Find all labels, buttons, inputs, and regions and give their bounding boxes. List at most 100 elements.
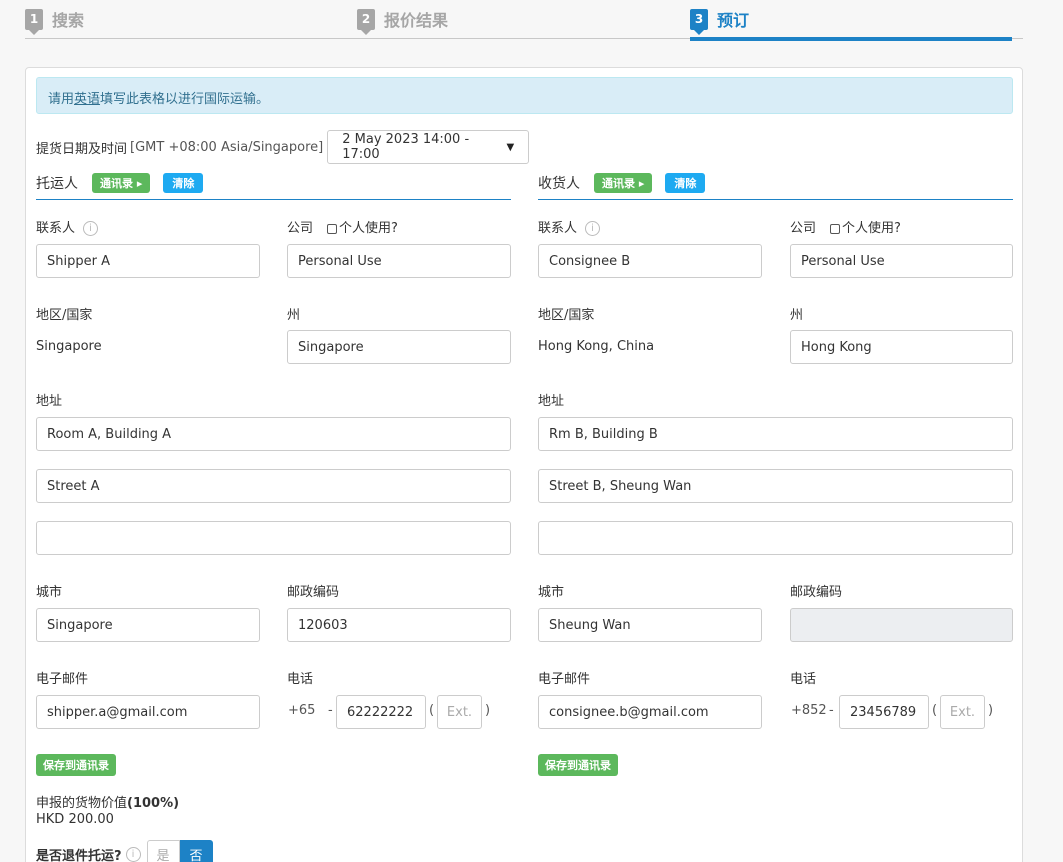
shipper-address-label: 地址 <box>36 394 63 409</box>
declared-value-title: 申报的货物价值(100%) <box>36 792 179 811</box>
shipper-phone-input[interactable]: 62222222 <box>336 695 426 729</box>
consignee-save-contact-button[interactable]: 保存到通讯录 <box>538 754 618 776</box>
consignee-company-label: 公司 个人使用? <box>790 217 901 236</box>
shipper-company-input[interactable]: Personal Use <box>287 244 511 278</box>
pickup-datetime-select[interactable]: 2 May 2023 14:00 - 17:00 ▼ <box>327 130 530 164</box>
shipper-region-label: 地区/国家 <box>36 308 93 323</box>
consignee-phone-input[interactable]: 23456789 <box>839 695 929 729</box>
notice-prefix: 请用 <box>48 92 75 107</box>
shipper-contact-input[interactable]: Shipper A <box>36 244 260 278</box>
consignee-email-input[interactable]: consignee.b@gmail.com <box>538 695 762 729</box>
step-label: 搜索 <box>52 11 85 30</box>
pickup-selected-value: 2 May 2023 14:00 - 17:00 <box>342 132 470 162</box>
consignee-company-input[interactable]: Personal Use <box>790 244 1013 278</box>
phone-dash: - <box>829 703 834 718</box>
personal-use-label: 个人使用? <box>842 221 901 236</box>
consignee-personal-use-checkbox[interactable] <box>830 223 841 234</box>
english-notice: 请用英语填写此表格以进行国际运输。 <box>36 77 1013 114</box>
info-icon[interactable]: i <box>83 221 99 236</box>
shipper-contact-label: 联系人 i <box>36 217 99 236</box>
shipper-email-label: 电子邮件 <box>36 672 89 687</box>
consignee-address-line3-input[interactable] <box>538 521 1013 555</box>
personal-use-label: 个人使用? <box>339 221 398 236</box>
declared-value-label: 申报的货物价值 <box>36 796 128 811</box>
info-icon[interactable]: i <box>585 221 601 236</box>
return-shipment-row: 是否退件托运? i 是 否 <box>36 840 213 862</box>
consignee-phone-label: 电话 <box>790 672 817 687</box>
shipper-phone-label: 电话 <box>287 672 314 687</box>
shipper-postal-label: 邮政编码 <box>287 585 340 600</box>
shipper-email-input[interactable]: shipper.a@gmail.com <box>36 695 260 729</box>
step-booking[interactable]: 3 预订 <box>690 7 750 35</box>
consignee-address-label: 地址 <box>538 394 565 409</box>
chevron-down-icon: ▼ <box>506 141 515 153</box>
shipper-save-contact-button[interactable]: 保存到通讯录 <box>36 754 116 776</box>
step-number: 1 <box>25 8 43 35</box>
step-quote-results[interactable]: 2 报价结果 <box>357 7 449 35</box>
consignee-contact-input[interactable]: Consignee B <box>538 244 762 278</box>
consignee-title: 收货人 <box>538 176 580 192</box>
consignee-region-value: Hong Kong, China <box>538 339 655 354</box>
declared-value-amount: HKD 200.00 <box>36 812 114 827</box>
consignee-address-line2-input[interactable]: Street B, Sheung Wan <box>538 469 1013 503</box>
shipper-state-input[interactable]: Singapore <box>287 330 511 364</box>
consignee-ext-input[interactable]: Ext. <box>940 695 985 729</box>
return-shipment-toggle[interactable]: 是 否 <box>146 840 213 862</box>
pickup-datetime-row: 提货日期及时间 [GMT +08:00 Asia/Singapore] 2 Ma… <box>36 130 530 164</box>
declared-value-percent: (100%) <box>127 796 180 811</box>
shipper-phone-code: +65 <box>288 703 316 718</box>
booking-form-card: 请用英语填写此表格以进行国际运输。 提货日期及时间 [GMT +08:00 As… <box>25 67 1023 862</box>
progress-steps: 1 搜索 2 报价结果 3 预订 <box>25 0 1023 42</box>
step-label: 预订 <box>717 11 750 30</box>
consignee-contact-label: 联系人 i <box>538 217 601 236</box>
notice-link[interactable]: 英语 <box>74 92 100 107</box>
consignee-postal-label: 邮政编码 <box>790 585 843 600</box>
return-shipment-label: 是否退件托运? <box>36 848 122 862</box>
consignee-state-input[interactable]: Hong Kong <box>790 330 1013 364</box>
consignee-postal-input <box>790 608 1013 642</box>
info-icon[interactable]: i <box>125 846 141 862</box>
consignee-contacts-button[interactable]: 通讯录 ▸ <box>594 173 653 193</box>
consignee-city-input[interactable]: Sheung Wan <box>538 608 762 642</box>
step-number: 2 <box>357 8 375 35</box>
ext-open-paren: ( <box>932 703 938 718</box>
consignee-section-header: 收货人 通讯录 ▸ 清除 <box>538 171 1013 200</box>
step-label: 报价结果 <box>384 11 449 30</box>
shipper-address-line3-input[interactable] <box>36 521 511 555</box>
ext-open-paren: ( <box>429 703 435 718</box>
consignee-city-label: 城市 <box>538 585 565 600</box>
consignee-address-line1-input[interactable]: Rm B, Building B <box>538 417 1013 451</box>
consignee-region-label: 地区/国家 <box>538 308 595 323</box>
shipper-title: 托运人 <box>36 176 78 192</box>
ext-close-paren: ) <box>988 703 994 718</box>
shipper-personal-use-checkbox[interactable] <box>327 223 338 234</box>
return-yes-option[interactable]: 是 <box>146 840 180 862</box>
shipper-address-line2-input[interactable]: Street A <box>36 469 511 503</box>
phone-dash: - <box>328 703 333 718</box>
shipper-ext-input[interactable]: Ext. <box>437 695 482 729</box>
shipper-section-header: 托运人 通讯录 ▸ 清除 <box>36 171 511 200</box>
shipper-contacts-button[interactable]: 通讯录 ▸ <box>92 173 151 193</box>
shipper-state-label: 州 <box>287 308 301 323</box>
shipper-company-label: 公司 个人使用? <box>287 217 398 236</box>
consignee-email-label: 电子邮件 <box>538 672 591 687</box>
ext-close-paren: ) <box>485 703 491 718</box>
contact-label-text: 联系人 <box>36 221 76 236</box>
active-step-indicator <box>690 37 1012 41</box>
consignee-phone-code: +852 <box>791 703 827 718</box>
shipper-city-input[interactable]: Singapore <box>36 608 260 642</box>
return-no-option[interactable]: 否 <box>179 840 213 862</box>
step-number: 3 <box>690 8 708 35</box>
shipper-city-label: 城市 <box>36 585 63 600</box>
consignee-clear-button[interactable]: 清除 <box>665 173 706 193</box>
consignee-state-label: 州 <box>790 308 804 323</box>
company-label-text: 公司 <box>790 221 817 236</box>
step-search[interactable]: 1 搜索 <box>25 7 85 35</box>
shipper-region-value: Singapore <box>36 339 102 354</box>
shipper-address-line1-input[interactable]: Room A, Building A <box>36 417 511 451</box>
pickup-timezone: [GMT +08:00 Asia/Singapore] <box>130 139 324 155</box>
shipper-clear-button[interactable]: 清除 <box>163 173 204 193</box>
notice-suffix: 填写此表格以进行国际运输。 <box>100 92 270 107</box>
contact-label-text: 联系人 <box>538 221 578 236</box>
shipper-postal-input[interactable]: 120603 <box>287 608 511 642</box>
